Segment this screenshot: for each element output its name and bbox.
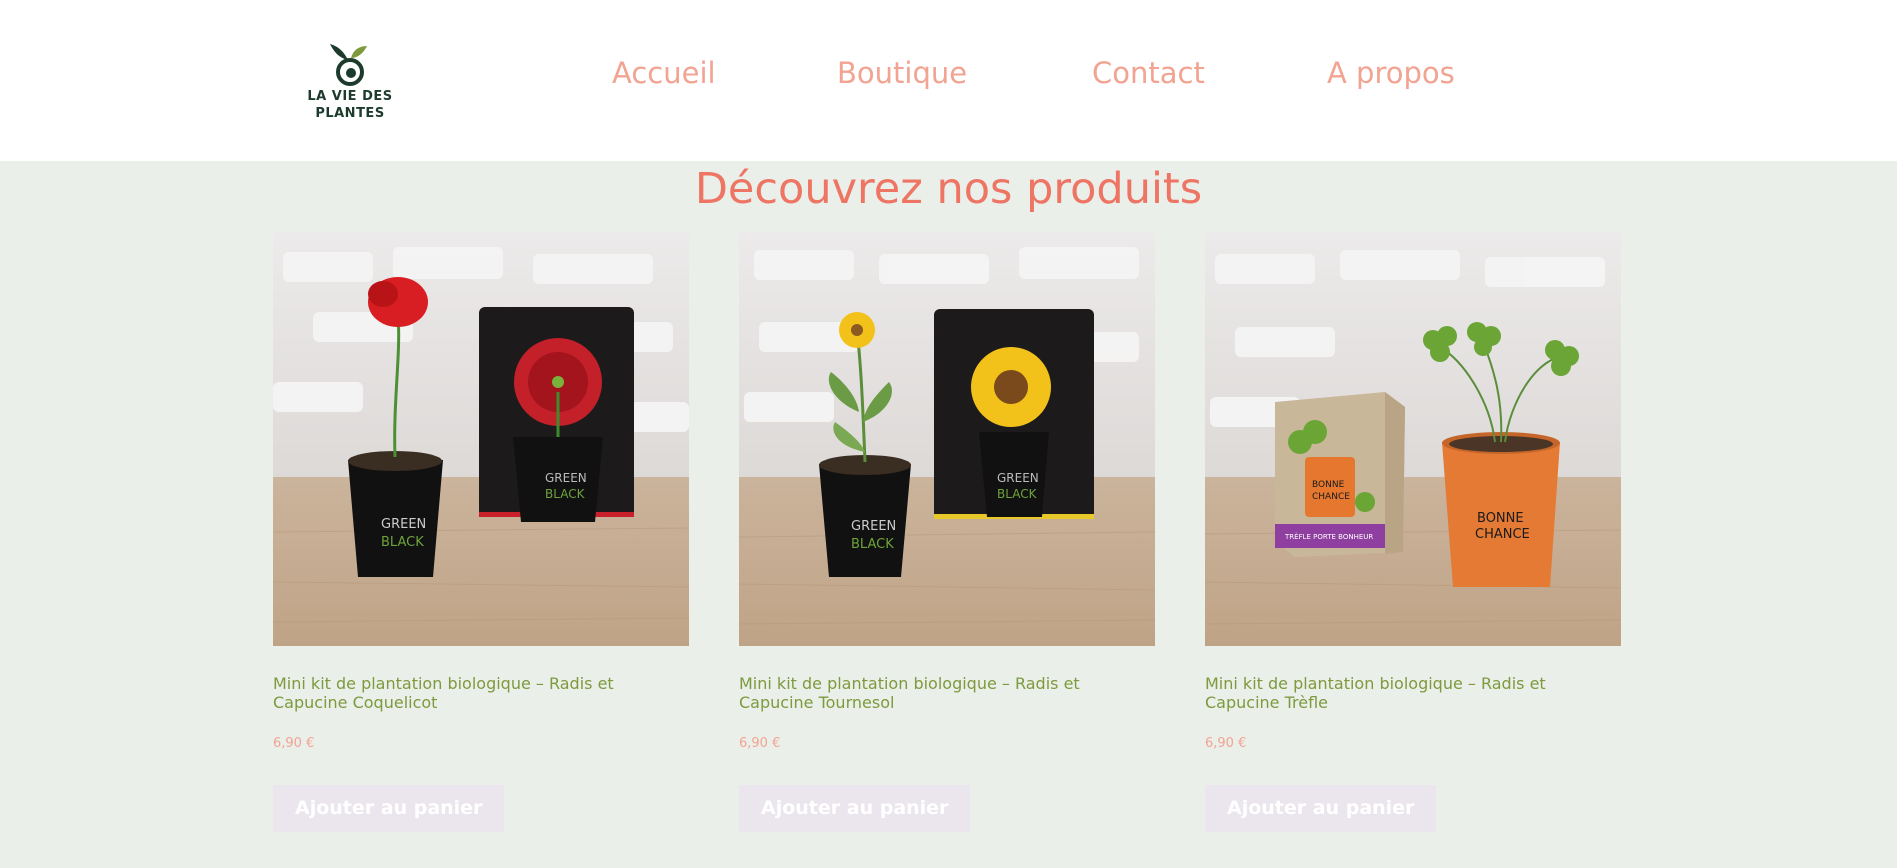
svg-text:CHANCE: CHANCE xyxy=(1312,492,1350,502)
nav-item-contact[interactable]: Contact xyxy=(1092,56,1205,90)
svg-text:GREEN: GREEN xyxy=(997,471,1039,485)
product-title[interactable]: Mini kit de plantation biologique – Radi… xyxy=(739,674,1139,712)
clover-kit-photo[interactable]: TRÈFLE PORTE BONHEUR BONNE CHANCE BONNE … xyxy=(1205,232,1621,646)
main-nav: Accueil Boutique Contact A propos xyxy=(0,56,1897,96)
svg-text:GREEN: GREEN xyxy=(851,519,896,534)
sunflower-kit-photo[interactable]: GREEN BLACK GREEN BLACK xyxy=(739,232,1155,646)
nav-item-a-propos[interactable]: A propos xyxy=(1327,56,1455,90)
poppy-kit-photo[interactable]: GREEN BLACK GREEN BLACK xyxy=(273,232,689,646)
svg-text:TRÈFLE PORTE BONHEUR: TRÈFLE PORTE BONHEUR xyxy=(1284,532,1373,541)
page-title: Découvrez nos produits xyxy=(694,164,1203,214)
site-header: LA VIE DES PLANTES Accueil Boutique Cont… xyxy=(0,0,1897,161)
svg-text:GREEN: GREEN xyxy=(381,517,426,532)
svg-text:GREEN: GREEN xyxy=(545,471,587,485)
nav-item-accueil[interactable]: Accueil xyxy=(612,56,716,90)
product-card: GREEN BLACK GREEN BLACK Mini kit de plan… xyxy=(273,232,689,832)
svg-text:BONNE: BONNE xyxy=(1477,511,1524,526)
svg-text:BLACK: BLACK xyxy=(381,535,424,550)
product-price: 6,90 € xyxy=(273,736,315,751)
svg-text:BONNE: BONNE xyxy=(1312,480,1345,490)
product-title[interactable]: Mini kit de plantation biologique – Radi… xyxy=(1205,674,1605,712)
svg-text:BLACK: BLACK xyxy=(851,537,894,552)
add-to-cart-button[interactable]: Ajouter au panier xyxy=(1205,785,1437,832)
add-to-cart-button[interactable]: Ajouter au panier xyxy=(273,785,505,832)
svg-text:BLACK: BLACK xyxy=(997,487,1038,501)
brand-name-line2: PLANTES xyxy=(315,106,385,121)
svg-text:CHANCE: CHANCE xyxy=(1475,527,1530,542)
product-card: TRÈFLE PORTE BONHEUR BONNE CHANCE BONNE … xyxy=(1205,232,1621,832)
product-price: 6,90 € xyxy=(1205,736,1247,751)
product-card: GREEN BLACK GREEN BLACK Mini kit de plan… xyxy=(739,232,1155,832)
nav-item-boutique[interactable]: Boutique xyxy=(837,56,967,90)
add-to-cart-button[interactable]: Ajouter au panier xyxy=(739,785,971,832)
product-title[interactable]: Mini kit de plantation biologique – Radi… xyxy=(273,674,673,712)
svg-text:BLACK: BLACK xyxy=(545,487,586,501)
product-price: 6,90 € xyxy=(739,736,781,751)
